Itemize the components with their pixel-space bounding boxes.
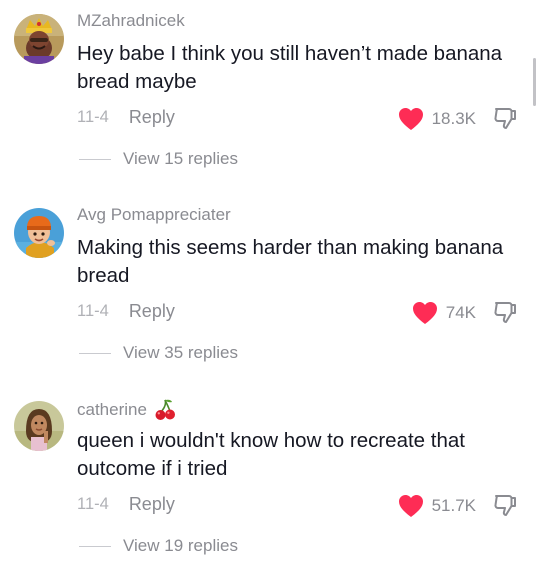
like-count: 51.7K xyxy=(431,496,476,515)
like-button[interactable]: 18.3K xyxy=(398,107,476,131)
username-text: Avg Pomappreciater xyxy=(77,205,231,224)
view-replies-label: View 19 replies xyxy=(123,536,238,555)
scrollbar[interactable] xyxy=(533,58,536,106)
avatar[interactable] xyxy=(14,208,64,258)
comment-item: catherine queen i wouldn't know how to r… xyxy=(0,387,540,567)
like-count: 18.3K xyxy=(431,109,476,128)
comment-date: 11-4 xyxy=(77,108,109,126)
thumbs-down-icon xyxy=(494,108,516,129)
comment-meta: 11-4 Reply xyxy=(77,107,175,128)
view-replies-button[interactable]: View 35 replies xyxy=(79,343,238,363)
comment-text: Hey babe I think you still haven’t made … xyxy=(77,42,503,93)
username-text: catherine xyxy=(77,400,147,419)
thumbs-down-icon xyxy=(494,302,516,323)
reply-button[interactable]: Reply xyxy=(129,494,175,515)
thumbs-down-icon xyxy=(494,495,516,516)
comment-username[interactable]: catherine xyxy=(77,398,177,422)
comment-meta: 11-4 Reply xyxy=(77,301,175,322)
heart-icon xyxy=(412,302,437,324)
heart-icon xyxy=(398,495,423,517)
like-button[interactable]: 51.7K xyxy=(398,494,476,518)
comment-item: MZahradnicek Hey babe I think you still … xyxy=(0,0,540,185)
dislike-button[interactable] xyxy=(492,492,518,523)
dislike-button[interactable] xyxy=(492,299,518,330)
like-button[interactable]: 74K xyxy=(412,301,476,325)
comment-item: Avg Pomappreciater Making this seems har… xyxy=(0,194,540,379)
divider xyxy=(79,352,111,354)
view-replies-button[interactable]: View 19 replies xyxy=(79,536,238,556)
heart-icon xyxy=(398,108,423,130)
username-text: MZahradnicek xyxy=(77,11,185,30)
view-replies-label: View 15 replies xyxy=(123,149,238,168)
comment-username[interactable]: Avg Pomappreciater xyxy=(77,205,231,225)
comment-text: queen i wouldn't know how to recreate th… xyxy=(77,429,465,480)
comment-text: Making this seems harder than making ban… xyxy=(77,236,504,287)
divider xyxy=(79,545,111,547)
comment-username[interactable]: MZahradnicek xyxy=(77,11,185,31)
dislike-button[interactable] xyxy=(492,105,518,136)
avatar[interactable] xyxy=(14,401,64,451)
reply-button[interactable]: Reply xyxy=(129,107,175,128)
comment-meta: 11-4 Reply xyxy=(77,494,175,515)
cherries-icon xyxy=(155,399,175,420)
comment-date: 11-4 xyxy=(77,302,109,320)
comment-date: 11-4 xyxy=(77,495,109,513)
like-count: 74K xyxy=(445,303,476,322)
view-replies-label: View 35 replies xyxy=(123,343,238,362)
divider xyxy=(79,158,111,160)
reply-button[interactable]: Reply xyxy=(129,301,175,322)
view-replies-button[interactable]: View 15 replies xyxy=(79,149,238,169)
avatar[interactable] xyxy=(14,14,64,64)
